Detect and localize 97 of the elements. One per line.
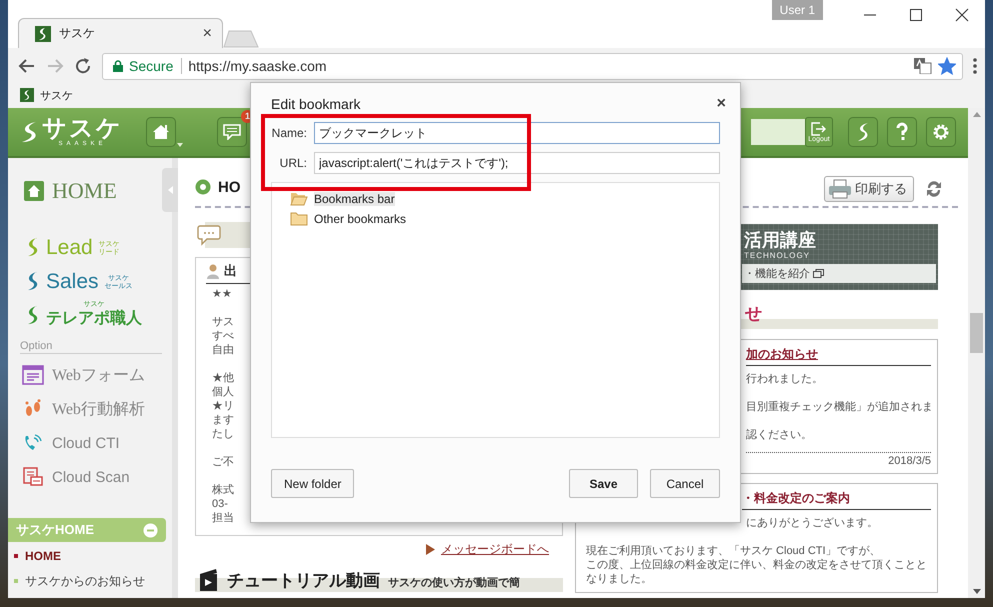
printer-icon: [828, 179, 852, 199]
caret-icon[interactable]: [177, 143, 183, 147]
person-icon: [206, 262, 220, 278]
notice-text: 認ください。: [746, 428, 812, 442]
nav-item[interactable]: サスケからのお知らせ: [14, 570, 162, 592]
translate-icon[interactable]: [914, 58, 932, 74]
folder-icon: [290, 192, 308, 206]
notice-title-link[interactable]: 加のお知らせ: [746, 346, 931, 366]
message-text: ★他: [212, 371, 234, 385]
banner-title: 活用講座: [744, 229, 817, 251]
favicon-icon: [20, 88, 34, 102]
scroll-down-icon[interactable]: [972, 589, 980, 594]
section-heading: せ: [745, 303, 762, 325]
message-text: ★★: [212, 287, 232, 301]
external-window-icon: [813, 269, 824, 278]
message-text: ご不: [212, 455, 234, 469]
clapperboard-icon: [199, 568, 219, 592]
message-text: 担当: [212, 511, 234, 525]
s-logo-icon: [856, 122, 870, 142]
house-icon: [24, 181, 44, 201]
settings-icon: [932, 123, 950, 141]
folder-item[interactable]: Other bookmarks: [290, 209, 410, 228]
section-heading: チュートリアル動画: [227, 570, 380, 592]
close-icon[interactable]: [955, 8, 969, 22]
nav-item[interactable]: HOME: [14, 545, 162, 567]
section-title: サスケHOME: [16, 521, 94, 539]
message-text: 個人: [212, 385, 234, 399]
refresh-icon[interactable]: [924, 179, 944, 199]
scroll-up-icon[interactable]: [972, 112, 980, 117]
help-button[interactable]: [887, 117, 917, 147]
page-heading: HO: [218, 178, 240, 196]
address-bar[interactable]: Secure https://my.saaske.com: [102, 52, 963, 80]
reload-icon[interactable]: [74, 57, 92, 75]
chat-icon: [223, 124, 241, 140]
tab-close-button[interactable]: ×: [202, 24, 212, 42]
collapse-toggle[interactable]: [143, 522, 158, 538]
dialog-title: Edit bookmark: [271, 96, 360, 112]
message-text: ★リ: [212, 399, 234, 413]
message-text: すべ: [212, 329, 234, 343]
arrow-left-icon: [168, 186, 172, 194]
notice-text: 目別重複チェック機能」が追加されま: [746, 400, 933, 414]
minus-icon: [143, 522, 158, 538]
favicon-icon: [35, 26, 51, 42]
print-button[interactable]: 印刷する: [824, 176, 914, 202]
message-board-link[interactable]: メッセージボードへ: [441, 541, 549, 558]
field-label: Name:: [271, 126, 308, 140]
scrollbar[interactable]: [968, 108, 985, 598]
browser-tab[interactable]: サスケ ×: [18, 18, 223, 48]
lock-icon: [113, 60, 123, 72]
settings-button[interactable]: [926, 117, 956, 147]
tab-title: サスケ: [59, 25, 96, 42]
back-icon[interactable]: [18, 57, 36, 75]
document-icon: [22, 467, 44, 487]
input-field[interactable]: ブックマークレット: [314, 122, 720, 144]
notice-text: 現在ご利用頂いております、「サスケ Cloud CTI」ですが、: [586, 544, 881, 558]
panel-title: 出: [224, 262, 237, 280]
dialog-button[interactable]: Cancel: [650, 469, 720, 498]
message-text: たし: [212, 427, 234, 441]
field-label: URL:: [278, 156, 308, 170]
message-text: 03-: [212, 497, 228, 511]
message-text: ます: [212, 413, 234, 427]
star-filled-icon[interactable]: [938, 57, 956, 75]
message-text: サス: [212, 315, 234, 329]
scroll-thumb[interactable]: [970, 313, 983, 353]
maximize-icon[interactable]: [909, 8, 923, 22]
dialog-button[interactable]: Save: [569, 469, 638, 498]
banner-subtitle: TECHNOLOGY: [744, 251, 812, 260]
bookmark-item[interactable]: サスケ: [18, 88, 75, 102]
notice-title: ・料金改定のご案内: [742, 490, 931, 510]
security-label: Secure: [129, 58, 182, 74]
question-icon: [895, 122, 909, 142]
speech-bubble-icon: [197, 224, 221, 246]
brand-button[interactable]: [848, 117, 878, 147]
search-field[interactable]: [751, 119, 805, 145]
input-field[interactable]: javascript:alert('これはテストです');: [314, 152, 720, 174]
section-label: Option: [20, 340, 162, 354]
notice-text: この度、上位回線の料金改定に伴い、料金の改定をさせて頂くことと: [586, 558, 927, 572]
message-button[interactable]: [217, 117, 247, 147]
notice-text: にありがとうございます。: [746, 516, 878, 530]
dialog-button[interactable]: New folder: [271, 469, 354, 498]
notice-date: 2018/3/5: [746, 452, 931, 467]
notice-text: なりました。: [586, 572, 652, 586]
form-icon: [22, 365, 44, 385]
folder-icon: [290, 212, 308, 226]
url-text: https://my.saaske.com: [188, 58, 328, 74]
logo-text: サスケ: [42, 117, 123, 141]
menu-icon[interactable]: [973, 58, 977, 74]
close-button[interactable]: ×: [716, 95, 726, 113]
message-text: 自由: [212, 343, 234, 357]
message-text: 株式: [212, 483, 234, 497]
logout-icon: [811, 122, 827, 136]
circle-bullet-icon: [195, 179, 211, 195]
notice-text: 行われました。: [746, 372, 823, 386]
triangle-icon: [426, 544, 435, 555]
section-subheading: サスケの使い方が動画で簡: [388, 576, 520, 590]
home-button[interactable]: [146, 117, 176, 147]
house-icon: [152, 124, 170, 140]
